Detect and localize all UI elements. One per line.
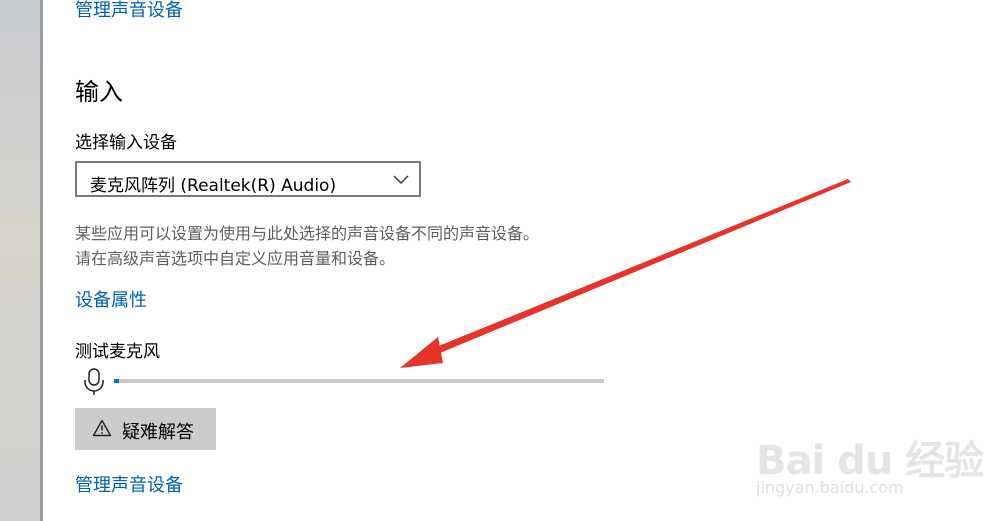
input-device-description: 某些应用可以设置为使用与此处选择的声音设备不同的声音设备。 请在高级声音选项中自… <box>75 221 539 271</box>
chevron-down-icon <box>393 175 409 184</box>
warning-icon <box>92 419 112 437</box>
troubleshoot-button[interactable]: 疑难解答 <box>75 408 216 450</box>
test-microphone-label: 测试麦克风 <box>75 342 160 362</box>
troubleshoot-label: 疑难解答 <box>122 422 194 443</box>
description-line-1: 某些应用可以设置为使用与此处选择的声音设备不同的声音设备。 <box>75 224 540 243</box>
microphone-level-meter <box>114 379 604 383</box>
input-device-select[interactable]: 麦克风阵列 (Realtek(R) Audio) <box>75 161 421 197</box>
microphone-icon <box>84 368 104 395</box>
manage-sound-devices-link-bottom[interactable]: 管理声音设备 <box>75 471 183 497</box>
left-panel-strip <box>0 0 42 521</box>
selected-input-device: 麦克风阵列 (Realtek(R) Audio) <box>90 176 337 196</box>
manage-sound-devices-link-top[interactable]: 管理声音设备 <box>75 0 183 22</box>
choose-input-device-label: 选择输入设备 <box>75 133 177 153</box>
microphone-level-fill <box>114 379 119 383</box>
watermark-url: jingyan.baidu.com <box>756 478 904 497</box>
device-properties-link[interactable]: 设备属性 <box>75 286 147 312</box>
description-line-2: 请在高级声音选项中自定义应用音量和设备。 <box>75 249 396 268</box>
left-panel-divider <box>40 0 43 521</box>
baidu-watermark: Bai du 经验 jingyan.baidu.com <box>748 410 984 505</box>
input-heading: 输入 <box>75 78 123 106</box>
